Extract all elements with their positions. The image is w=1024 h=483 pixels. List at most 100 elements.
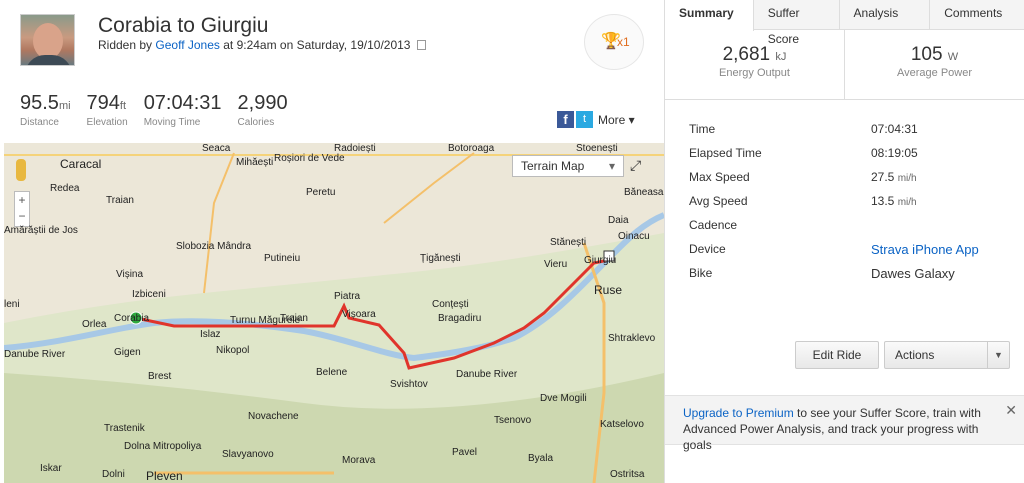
avatar-face	[33, 23, 63, 59]
map-zoom-control[interactable]: + −	[14, 191, 30, 227]
activity-stats: 95.5mi Distance 794ft Elevation 07:04:31…	[20, 92, 304, 128]
map-label: Botoroaga	[448, 143, 495, 154]
street-view-pegman-icon[interactable]	[16, 159, 26, 181]
map-label: Danube River	[456, 369, 518, 380]
achievement-badge[interactable]: 🏆 x1	[584, 14, 644, 70]
stat-label: Elevation	[86, 117, 128, 128]
detail-key: Time	[689, 122, 716, 136]
ridden-by-prefix: Ridden by	[98, 38, 153, 52]
map-label: Vișina	[116, 269, 144, 280]
map-label: Ruse	[594, 283, 623, 297]
calendar-icon[interactable]	[416, 40, 426, 50]
stat-moving-time: 07:04:31 Moving Time	[144, 92, 222, 128]
tab-suffer-score[interactable]: Suffer Score	[754, 0, 840, 46]
stat-value: 794ft	[86, 92, 127, 114]
map-label: Iskar	[40, 463, 62, 474]
zoom-in-button[interactable]: +	[15, 192, 29, 208]
athlete-avatar[interactable]	[20, 14, 75, 66]
map-label: Morava	[342, 455, 376, 466]
twitter-icon[interactable]: t	[576, 111, 593, 128]
detail-key: Elapsed Time	[689, 146, 762, 160]
detail-row-time: Time 07:04:31	[689, 122, 1009, 146]
chevron-down-icon[interactable]: ▼	[987, 342, 1009, 368]
map-type-select[interactable]: Terrain Map ▾	[512, 155, 624, 177]
map-label: Izbiceni	[132, 289, 166, 300]
metric-value: 2,681 kJ	[722, 44, 787, 65]
stat-label: Distance	[20, 117, 59, 128]
map-label: Conțești	[432, 299, 469, 310]
edit-ride-button[interactable]: Edit Ride	[795, 341, 879, 369]
map-label: Belene	[316, 367, 348, 378]
map-label: leni	[4, 299, 20, 310]
zoom-out-button[interactable]: −	[15, 208, 29, 224]
activity-time: at 9:24am on Saturday, 19/10/2013	[223, 38, 411, 52]
map-label: Trastenik	[104, 423, 145, 434]
actions-label: Actions	[895, 348, 935, 362]
map-label: Pleven	[146, 469, 183, 483]
tab-analysis[interactable]: Analysis	[840, 0, 931, 29]
stat-elevation: 794ft Elevation	[87, 92, 128, 128]
device-link[interactable]: Strava iPhone App	[871, 242, 979, 257]
map-label: Tsenovo	[494, 415, 532, 426]
detail-value: 13.5 mi/h	[871, 194, 917, 208]
map-label: Bragadiru	[438, 313, 482, 324]
close-icon[interactable]: ✕	[1005, 402, 1017, 418]
activity-title[interactable]: Corabia to Giurgiu	[98, 14, 268, 38]
map-label: Seaca	[202, 143, 231, 154]
route-map[interactable]: + − Terrain Map ▾ ⤢ Caracal Seaca Mihăeș…	[4, 143, 664, 483]
detail-row-cadence: Cadence	[689, 218, 1009, 242]
tab-summary[interactable]: Summary	[665, 0, 754, 31]
stat-value: 2,990	[237, 92, 288, 114]
avatar-shirt	[25, 55, 72, 65]
map-label: Vișoara	[342, 309, 376, 320]
actions-dropdown[interactable]: Actions ▼	[884, 341, 1010, 369]
athlete-link[interactable]: Geoff Jones	[155, 38, 220, 52]
map-label: Țigănești	[420, 253, 461, 264]
detail-key: Max Speed	[689, 170, 750, 184]
detail-row-max-speed: Max Speed 27.5 mi/h	[689, 170, 1009, 194]
fullscreen-icon[interactable]: ⤢	[630, 157, 641, 174]
stat-value: 95.5mi	[20, 92, 71, 114]
detail-key: Avg Speed	[689, 194, 748, 208]
metric-average-power: 105 W Average Power	[845, 30, 1024, 99]
detail-row-avg-speed: Avg Speed 13.5 mi/h	[689, 194, 1009, 218]
map-label: Novachene	[248, 411, 299, 422]
stat-value: 07:04:31	[143, 92, 222, 114]
map-label: Orlea	[82, 319, 107, 330]
map-label: Dve Mogili	[540, 393, 587, 404]
activity-panel: Corabia to Giurgiu Ridden by Geoff Jones…	[0, 0, 664, 483]
facebook-icon[interactable]: f	[557, 111, 574, 128]
map-label: Byala	[528, 453, 554, 464]
map-label: Katselovo	[600, 419, 644, 430]
map-label: Peretu	[306, 187, 336, 198]
stat-label: Calories	[237, 117, 275, 128]
more-menu-button[interactable]: More ▾	[598, 113, 635, 127]
map-label: Redea	[50, 183, 80, 194]
map-label: Caracal	[60, 157, 102, 171]
map-label: Daia	[608, 215, 629, 226]
map-label: Islaz	[200, 329, 221, 340]
detail-row-device: Device Strava iPhone App	[689, 242, 1009, 266]
map-label: Stoenești	[576, 143, 618, 154]
map-label: Piatra	[334, 291, 361, 302]
tab-comments[interactable]: Comments	[930, 0, 1024, 29]
upgrade-premium-link[interactable]: Upgrade to Premium	[683, 406, 794, 420]
tab-bar: Summary Suffer Score Analysis Comments	[665, 0, 1024, 46]
detail-row-bike: Bike Dawes Galaxy	[689, 266, 1009, 290]
bike-name: Dawes Galaxy	[871, 266, 955, 281]
chevron-down-icon: ▾	[608, 159, 615, 173]
map-type-label: Terrain Map	[521, 159, 585, 173]
share-bar: f t More ▾	[557, 111, 635, 128]
map-label: Nikopol	[216, 345, 250, 356]
power-metrics: 2,681 kJ Energy Output 105 W Average Pow…	[665, 30, 1024, 100]
map-label: Slobozia Mândra	[176, 241, 252, 252]
detail-key: Device	[689, 242, 726, 256]
map-label: Mihăești	[236, 157, 274, 168]
map-label: Shtraklevo	[608, 333, 656, 344]
map-label: Gigen	[114, 347, 141, 358]
map-label: Danube River	[4, 349, 66, 360]
detail-value: 07:04:31	[871, 122, 918, 136]
stat-calories: 2,990 Calories	[238, 92, 288, 128]
premium-promo: Upgrade to Premium to see your Suffer Sc…	[665, 395, 1024, 452]
map-label: Ostritsa	[610, 469, 645, 480]
